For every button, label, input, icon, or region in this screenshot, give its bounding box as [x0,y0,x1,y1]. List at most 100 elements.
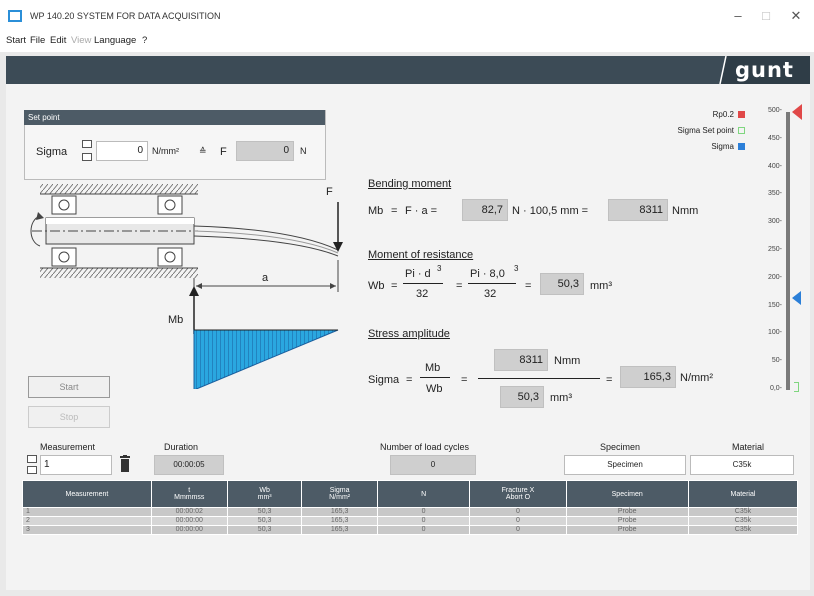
menu-help[interactable]: ? [142,35,147,46]
force-symbol: F [326,186,333,198]
menu-start[interactable]: Start [6,35,26,46]
equals-sign: = [456,280,463,292]
bending-moment-unit: Nmm [672,205,699,217]
sigma-gauge-scale: 500- 450- 400- 350- 300- 250- 200- 150- 100- 50- 0… [758,104,782,394]
table-body: 1 00:00:02 50,3 165,3 0 0 Probe C35k 2 00:00:00 50… [22,507,799,535]
stress-denominator: Wb [426,383,443,395]
formula-numerator: Pi · d [405,268,431,280]
equals-sign: = [391,280,398,292]
formula-numerator-value: Pi · 8,0 [470,268,505,280]
legend-setpoint-swatch [738,127,745,134]
window-title: WP 140.20 SYSTEM FOR DATA ACQUISITION [30,11,221,21]
measurement-input[interactable]: 1 [40,455,112,475]
minimize-button[interactable]: – [724,6,752,26]
close-button[interactable]: ✕ [782,6,810,26]
stress-mb-unit: Nmm [554,355,581,367]
duration-label: Duration [164,442,199,452]
stress-numerator: Mb [425,362,441,374]
bending-moment-title: Bending moment [368,178,452,190]
force-value: 82,7 [462,199,508,221]
stress-result-unit: N/mm² [680,372,713,384]
gauge-tick-label: 400- [767,162,782,170]
equals-sign: = [525,280,532,292]
app-icon [8,10,22,22]
mb-symbol: Mb [368,205,384,217]
specimen-label: Specimen [600,442,641,452]
bending-formula: F · a = [405,205,438,217]
table-cell: 50,3 [226,516,303,526]
resistance-unit: mm³ [590,280,612,292]
rp02-marker [792,104,802,120]
load-cycles-label: Number of load cycles [380,442,470,452]
material-input[interactable]: C35k [690,455,794,475]
table-cell: 0 [469,525,567,535]
menu-language[interactable]: Language [94,35,136,46]
legend-setpoint-label: Sigma Set point [677,126,734,135]
table-row[interactable]: 2 00:00:00 50,3 165,3 0 0 Probe C35k [22,516,799,526]
measurement-spin-up[interactable] [27,455,37,463]
table-cell: 50,3 [226,507,303,517]
equals-sign: = [606,374,613,386]
gauge-tick-label: 500- [767,107,782,114]
fraction-line [403,283,443,284]
maximize-button[interactable]: □ [752,6,780,26]
menu-view[interactable]: View [71,35,91,46]
table-row[interactable]: 1 00:00:02 50,3 165,3 0 0 Probe C35k [22,507,799,517]
table-header-cell: N [376,480,471,508]
table-header-cell: Sigma N/mm² [301,480,378,508]
measurement-label: Measurement [40,442,96,452]
menu-edit[interactable]: Edit [50,35,66,46]
trash-icon[interactable] [119,455,131,473]
force-unit: N [300,146,307,156]
fraction-line [478,378,600,379]
table-cell: 0 [469,507,567,517]
table-header-cell: Specimen [565,480,689,508]
wb-symbol: Wb [368,280,385,292]
table-cell: 50,3 [226,525,303,535]
beam-diagram [30,184,343,389]
table-header-cell: Wb mm³ [226,480,303,508]
table-cell: 165,3 [301,516,378,526]
stress-result-value: 165,3 [620,366,676,388]
load-cycles-value: 0 [390,455,476,475]
brand-name: gunt [735,58,794,82]
equivalent-sign: ≙ [199,146,207,156]
equals-sign: = [391,205,398,217]
stress-wb-unit: mm³ [550,392,572,404]
sigma-label: Sigma [36,146,68,158]
force-label: F [220,146,227,158]
stop-button[interactable]: Stop [28,406,110,428]
formula-denominator: 32 [416,288,429,300]
legend-rp02-label: Rp0.2 [712,110,734,119]
stress-wb-value: 50,3 [500,386,544,408]
table-cell: 00:00:00 [150,516,228,526]
table-row[interactable]: 3 00:00:00 50,3 165,3 0 0 Probe C35k [22,525,799,535]
menu-file[interactable]: File [30,35,45,46]
gauge-tick-label: 250- [767,246,782,253]
table-header-cell: Measurement [22,480,152,508]
table-cell: Probe [565,525,689,535]
start-button[interactable]: Start [28,376,110,398]
table-cell: 165,3 [301,525,378,535]
gauge-tick-label: 100- [767,329,782,337]
gauge-tick-label: 300- [767,218,782,226]
duration-value: 00:00:05 [154,455,224,475]
sigma-spin-down[interactable] [82,153,92,161]
table-cell: 165,3 [301,507,378,517]
equals-sign: = [406,374,413,386]
table-header-cell: Fracture X Abort O [469,480,567,508]
sigma-setpoint-input[interactable]: 0 [96,141,148,161]
equals-sign: = [461,374,468,386]
set-point-header: Set point [24,110,325,125]
table-cell: 1 [22,507,152,517]
legend-sigma-swatch [738,143,745,150]
sigma-spin-up[interactable] [82,140,92,148]
measurement-spin-down[interactable] [27,466,37,474]
fraction-line [468,283,516,284]
specimen-input[interactable]: Specimen [564,455,686,475]
gauge-tick-label: 350- [767,190,782,198]
stress-mb-value: 8311 [494,349,548,371]
sigma-unit: N/mm² [152,146,179,156]
resistance-title: Moment of resistance [368,249,474,261]
formula-exponent: 3 [437,264,442,273]
